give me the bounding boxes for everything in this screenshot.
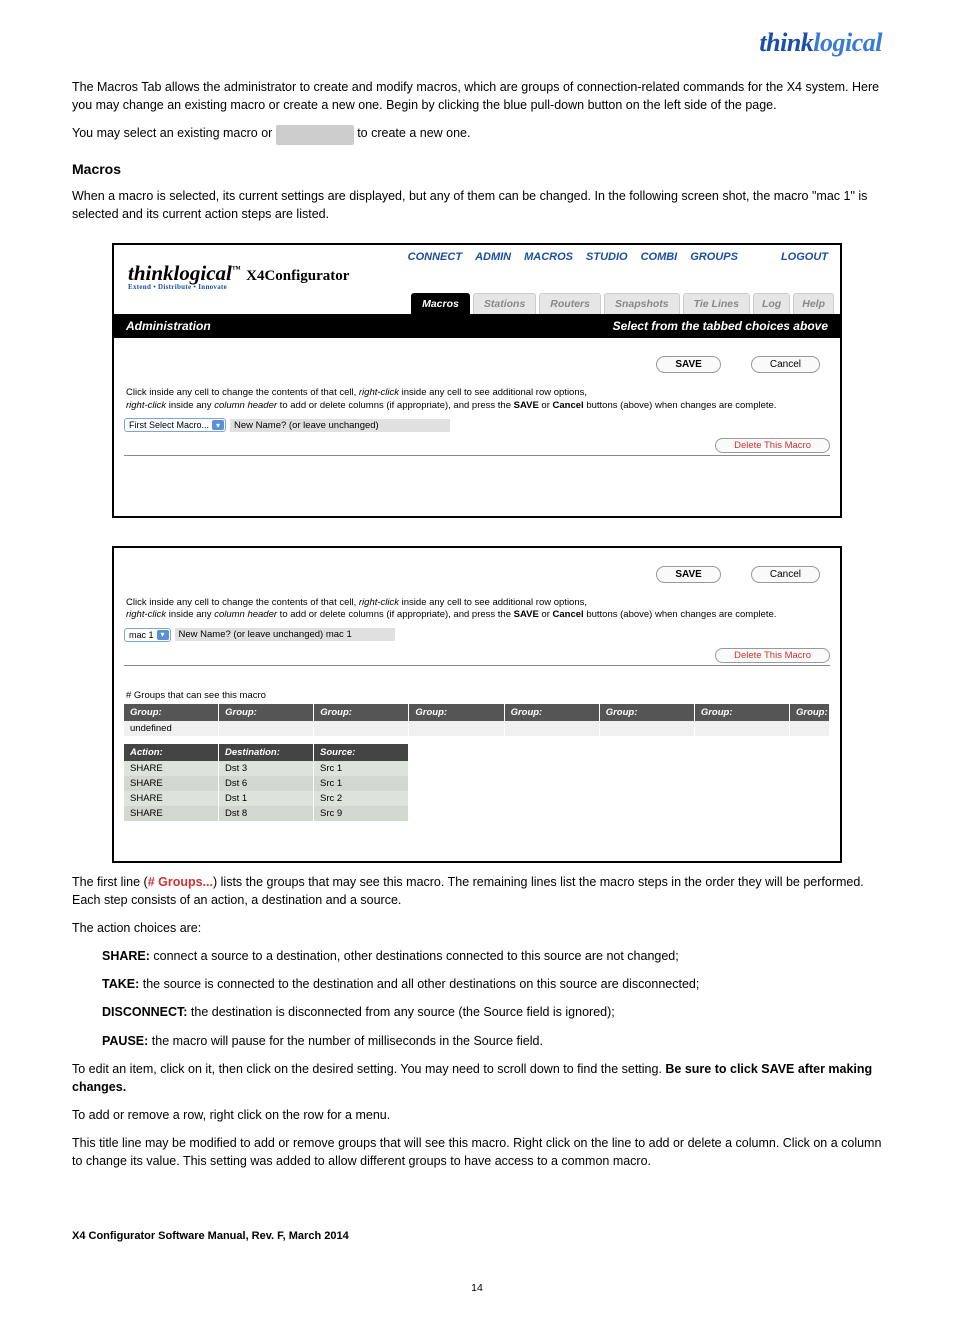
bullet-take: TAKE: the source is connected to the des… <box>102 975 882 993</box>
tab-routers[interactable]: Routers <box>539 293 601 314</box>
bullet-share: SHARE: connect a source to a destination… <box>102 947 882 965</box>
admin-bar: Administration Select from the tabbed ch… <box>114 314 840 338</box>
save-button[interactable]: SAVE <box>656 566 721 583</box>
screenshot-macro-detail: SAVE Cancel Click inside any cell to cha… <box>112 546 842 863</box>
instructions: Click inside any cell to change the cont… <box>124 597 830 626</box>
section-heading-macros: Macros <box>72 161 882 177</box>
cancel-button[interactable]: Cancel <box>751 356 820 373</box>
save-button[interactable]: SAVE <box>656 356 721 373</box>
screenshot-admin-macros: CONNECT ADMIN MACROS STUDIO COMBI GROUPS… <box>112 243 842 518</box>
body2-p2: The action choices are: <box>72 919 882 937</box>
tab-macros[interactable]: Macros <box>411 293 470 314</box>
dropdown-arrow-icon: ▾ <box>212 420 224 430</box>
instructions: Click inside any cell to change the cont… <box>124 387 830 416</box>
intro-p3: When a macro is selected, its current se… <box>72 187 882 223</box>
nav-groups[interactable]: GROUPS <box>690 251 738 263</box>
nav-connect[interactable]: CONNECT <box>408 251 462 263</box>
delete-macro-button[interactable]: Delete This Macro <box>715 438 830 453</box>
brand-tagline: Extend • Distribute • Innovate <box>128 283 840 291</box>
groups-label: # Groups that can see this macro <box>126 690 828 701</box>
footer: X4 Configurator Software Manual, Rev. F,… <box>72 1230 882 1294</box>
macro-name-input[interactable]: New Name? (or leave unchanged) <box>230 419 450 432</box>
sub-tabs: Macros Stations Routers Snapshots Tie Li… <box>114 293 840 314</box>
nav-studio[interactable]: STUDIO <box>586 251 628 263</box>
macro-select[interactable]: First Select Macro... ▾ <box>124 418 226 432</box>
admin-title: Administration <box>126 319 211 333</box>
tab-help[interactable]: Help <box>793 293 834 314</box>
tab-log[interactable]: Log <box>753 293 790 314</box>
brand-think: think <box>759 28 813 57</box>
cancel-button[interactable]: Cancel <box>751 566 820 583</box>
app-brand: thinklogical™ X4Configurator Extend • Di… <box>114 261 840 293</box>
group-cell[interactable]: undefined <box>124 721 219 736</box>
nav-admin[interactable]: ADMIN <box>475 251 511 263</box>
tab-stations[interactable]: Stations <box>473 293 536 314</box>
groups-header-row: Group: Group: Group: Group: Group: Group… <box>124 704 830 721</box>
body2-p1: The first line (# Groups...) lists the g… <box>72 873 882 909</box>
actions-table: Action: Destination: Source: SHARE Dst 3… <box>124 744 409 821</box>
delete-macro-button[interactable]: Delete This Macro <box>715 648 830 663</box>
table-row: SHARE Dst 3 Src 1 <box>124 761 409 776</box>
macro-select[interactable]: mac 1 ▾ <box>124 628 171 642</box>
nav-logout[interactable]: LOGOUT <box>781 251 828 263</box>
nav-combi[interactable]: COMBI <box>641 251 678 263</box>
group-header[interactable]: Group: <box>124 704 219 721</box>
nav-macros[interactable]: MACROS <box>524 251 573 263</box>
bullet-disconnect: DISCONNECT: the destination is disconnec… <box>102 1003 882 1021</box>
divider <box>124 665 830 666</box>
divider <box>124 455 830 456</box>
table-row: SHARE Dst 1 Src 2 <box>124 791 409 806</box>
tab-snapshots[interactable]: Snapshots <box>604 293 680 314</box>
page-brand-header: thinklogical <box>0 0 954 68</box>
brand-logical: logical <box>813 28 882 57</box>
table-row: SHARE Dst 6 Src 1 <box>124 776 409 791</box>
destination-header[interactable]: Destination: <box>219 744 314 761</box>
groups-data-row: undefined <box>124 721 830 736</box>
footer-title: X4 Configurator Software Manual, Rev. F,… <box>72 1230 882 1242</box>
admin-hint: Select from the tabbed choices above <box>613 319 828 333</box>
dropdown-arrow-icon: ▾ <box>157 630 169 640</box>
set-new-chip: SET NEW <box>276 125 354 145</box>
body2-p5: This title line may be modified to add o… <box>72 1134 882 1170</box>
body2-p4: To add or remove a row, right click on t… <box>72 1106 882 1124</box>
tab-tielines[interactable]: Tie Lines <box>683 293 750 314</box>
body2-p3: To edit an item, click on it, then click… <box>72 1060 882 1096</box>
page-number: 14 <box>72 1282 882 1294</box>
intro-p1: The Macros Tab allows the administrator … <box>72 78 882 114</box>
source-header[interactable]: Source: <box>314 744 409 761</box>
table-row: SHARE Dst 8 Src 9 <box>124 806 409 821</box>
macro-name-input[interactable]: New Name? (or leave unchanged) mac 1 <box>175 628 395 641</box>
intro-p2: You may select an existing macro or SET … <box>72 124 882 145</box>
action-header[interactable]: Action: <box>124 744 219 761</box>
bullet-pause: PAUSE: the macro will pause for the numb… <box>102 1032 882 1050</box>
